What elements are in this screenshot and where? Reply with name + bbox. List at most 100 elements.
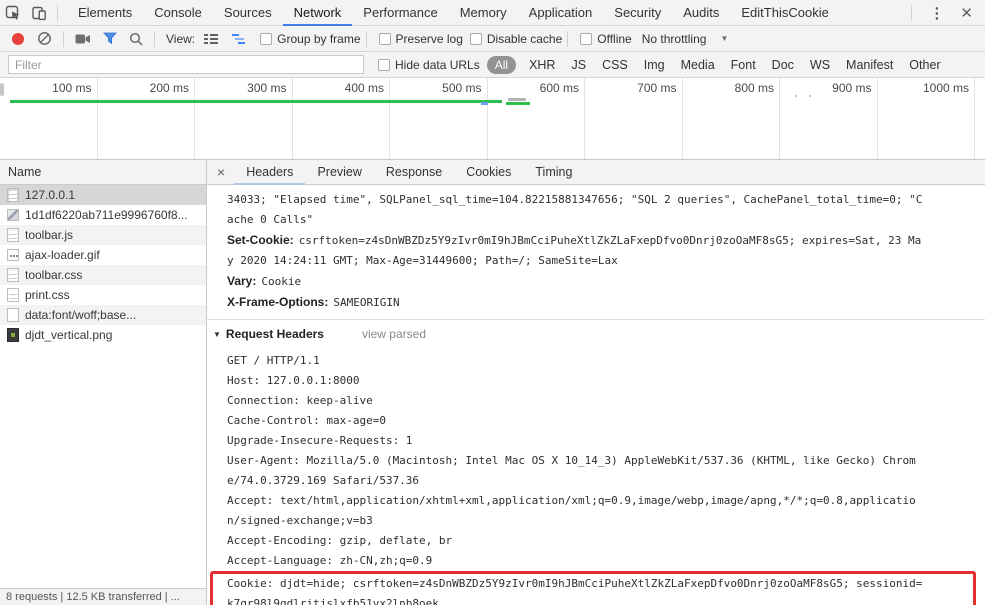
header-value: SAMEORIGIN [333, 296, 400, 309]
capture-screenshots-icon[interactable] [75, 33, 91, 45]
request-rows: 127.0.0.1 1d1df6220ab711e9996760f8... to… [0, 185, 206, 588]
close-details-icon[interactable]: × [207, 164, 234, 180]
section-divider [207, 319, 985, 320]
panel-tab[interactable]: Memory [449, 0, 518, 26]
header-name: X-Frame-Options: [227, 295, 329, 309]
overview-tick-label: 300 ms [247, 81, 287, 95]
overview-tick-label: 400 ms [344, 81, 384, 95]
panel-tab[interactable]: Audits [672, 0, 730, 26]
resource-type-filter[interactable]: Media [673, 56, 723, 74]
disable-cache-checkbox[interactable] [469, 32, 482, 45]
throttling-dropdown[interactable]: No throttling ▼ [642, 32, 729, 46]
name-column-header[interactable]: Name [0, 160, 206, 185]
offline-checkbox[interactable] [580, 32, 593, 45]
overview-tick-label: 100 ms [52, 81, 92, 95]
raw-header-line: Accept-Language: zh-CN,zh;q=0.9 [227, 554, 433, 567]
record-button[interactable] [12, 32, 24, 45]
resource-type-filter[interactable]: CSS [594, 56, 636, 74]
device-toolbar-icon[interactable] [26, 0, 52, 25]
overview-drag-handle[interactable] [0, 83, 4, 96]
view-label: View: [166, 31, 196, 46]
panel-tab[interactable]: Performance [352, 0, 448, 26]
inspect-element-icon[interactable] [0, 0, 26, 25]
resource-type-filter[interactable]: XHR [521, 56, 563, 74]
request-details-panel: × Headers Preview Response Cookies Timin… [207, 160, 985, 605]
close-icon[interactable]: ✕ [956, 4, 985, 22]
request-name: toolbar.js [25, 228, 74, 242]
group-by-frame-checkbox[interactable] [260, 32, 273, 45]
overview-gridline: 300 ms [195, 78, 293, 159]
header-value: 34033; "Elapsed time", SQLPanel_sql_time… [227, 193, 923, 206]
throttling-value: No throttling [641, 31, 707, 46]
file-type-icon [7, 188, 19, 202]
preserve-log-checkbox[interactable] [378, 32, 391, 45]
panel-tab[interactable]: EditThisCookie [730, 0, 839, 26]
panel-tab[interactable]: Sources [213, 0, 283, 26]
resource-type-filter[interactable]: Img [636, 56, 673, 74]
overview-tick-label: 900 ms [832, 81, 872, 95]
request-row[interactable]: ajax-loader.gif [0, 245, 206, 265]
request-row[interactable]: 127.0.0.1 [0, 185, 206, 205]
request-row[interactable]: data:font/woff;base... [0, 305, 206, 325]
raw-header-line: Accept-Encoding: gzip, deflate, br [227, 534, 453, 547]
summary-status-bar: 8 requests | 12.5 KB transferred | ... [0, 588, 206, 605]
raw-header-line: User-Agent: Mozilla/5.0 (Macintosh; Inte… [227, 454, 916, 467]
raw-header-line: n/signed-exchange;v=b3 [227, 514, 373, 527]
raw-header-line: Cache-Control: max-age=0 [227, 414, 386, 427]
details-tab[interactable]: Headers [234, 160, 305, 185]
resource-type-filter[interactable]: WS [802, 56, 838, 74]
overview-gridline: 100 ms [0, 78, 98, 159]
request-name: toolbar.css [25, 268, 83, 282]
details-tab[interactable]: Timing [523, 160, 584, 185]
details-tab-bar: × Headers Preview Response Cookies Timin… [207, 160, 985, 185]
request-row[interactable]: toolbar.js [0, 225, 206, 245]
resource-type-filter[interactable]: Other [901, 56, 948, 74]
panel-tab[interactable]: Console [143, 0, 213, 26]
search-icon[interactable] [129, 32, 143, 46]
request-row[interactable]: print.css [0, 285, 206, 305]
request-name: 1d1df6220ab711e9996760f8... [25, 208, 188, 222]
resource-type-filter[interactable]: All [486, 55, 517, 74]
timeline-overview[interactable]: 100 ms 200 ms 300 ms 400 ms 500 ms 600 m… [0, 78, 985, 160]
raw-header-line: Accept: text/html,application/xhtml+xml,… [227, 494, 916, 507]
file-type-icon [7, 209, 19, 221]
resource-type-filter[interactable]: JS [563, 56, 594, 74]
details-tab[interactable]: Preview [305, 160, 373, 185]
request-row[interactable]: 1d1df6220ab711e9996760f8... [0, 205, 206, 225]
header-value: Cookie [261, 275, 302, 288]
large-rows-icon[interactable] [203, 32, 219, 45]
divider [63, 30, 64, 47]
details-tab[interactable]: Response [374, 160, 454, 185]
details-tab[interactable]: Cookies [454, 160, 523, 185]
view-parsed-link[interactable]: view parsed [362, 327, 426, 341]
request-headers-section-header[interactable]: ▼ Request Headers view parsed [213, 324, 977, 345]
chevron-down-icon: ▼ [720, 34, 729, 43]
resource-type-filter[interactable]: Manifest [838, 56, 901, 74]
cookie-header-line: Cookie: djdt=hide; csrftoken=z4sDnWBZDz5… [227, 577, 923, 590]
overview-grid: 100 ms 200 ms 300 ms 400 ms 500 ms 600 m… [0, 78, 975, 159]
waterfall-icon[interactable] [231, 32, 247, 45]
request-row[interactable]: djdt_vertical.png [0, 325, 206, 345]
resource-type-filters: All XHR JS CSS Img Media Font Doc WS Man… [480, 55, 949, 74]
overview-request-bar [481, 102, 488, 105]
request-row[interactable]: toolbar.css [0, 265, 206, 285]
file-type-icon [7, 328, 19, 342]
request-name: ajax-loader.gif [25, 248, 100, 262]
resource-type-filter[interactable]: Font [723, 56, 764, 74]
filter-icon[interactable] [103, 32, 117, 45]
more-options-icon[interactable]: ⋮ [917, 4, 956, 22]
panel-tab[interactable]: Application [518, 0, 604, 26]
devtools-window: Elements Console Sources Network Perform… [0, 0, 985, 605]
header-value: y 2020 14:24:11 GMT; Max-Age=31449600; P… [227, 254, 618, 267]
resource-type-filter[interactable]: Doc [764, 56, 802, 74]
panel-tab[interactable]: Security [603, 0, 672, 26]
raw-header-line: Host: 127.0.0.1:8000 [227, 374, 360, 387]
panel-tab[interactable]: Elements [67, 0, 143, 26]
raw-header-line: Upgrade-Insecure-Requests: 1 [227, 434, 413, 447]
filter-input[interactable] [8, 55, 364, 74]
raw-header-line: GET / HTTP/1.1 [227, 354, 320, 367]
clear-icon[interactable] [37, 31, 52, 46]
network-main: Name 127.0.0.1 1d1df6220ab711e9996760f8.… [0, 160, 985, 605]
hide-data-urls-checkbox[interactable] [378, 58, 390, 71]
panel-tab[interactable]: Network [283, 0, 353, 26]
